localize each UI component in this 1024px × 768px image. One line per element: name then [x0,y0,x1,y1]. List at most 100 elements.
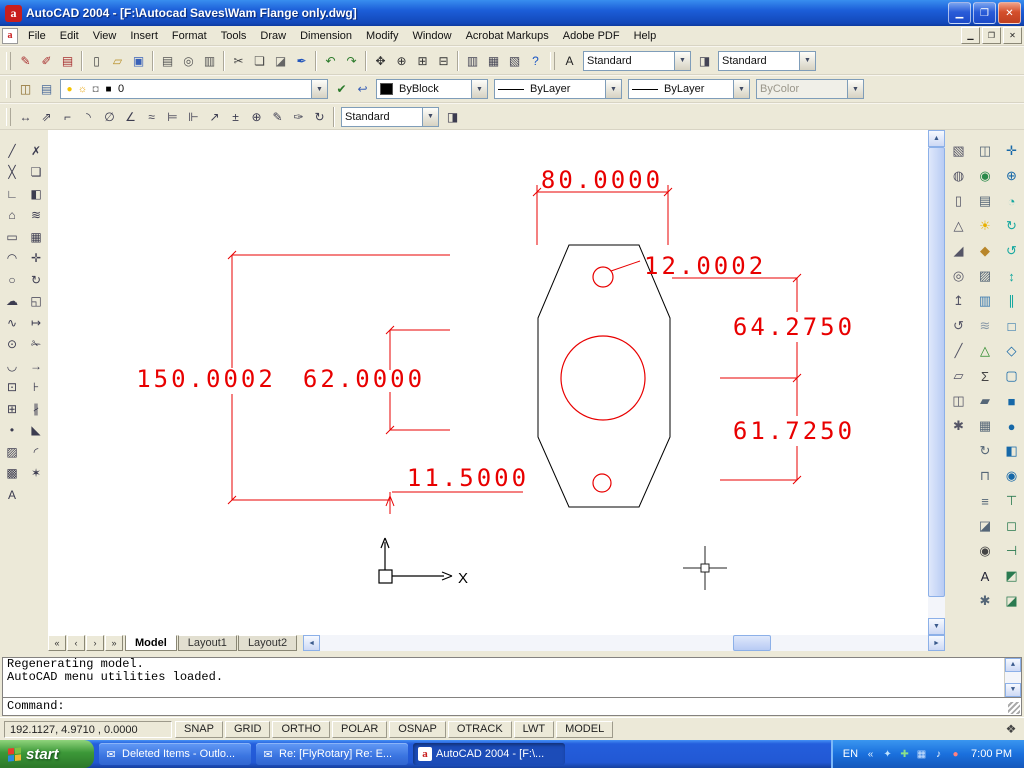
tab-layout1[interactable]: Layout1 [178,635,237,651]
markup-set-icon[interactable]: ✎ [15,50,36,71]
first-tab-icon[interactable]: « [48,635,66,651]
solids-sphere-icon[interactable]: ◍ [948,165,970,187]
dimension-style-combo[interactable]: Standard [341,107,439,127]
dim-style-combo[interactable]: Standard [718,51,816,71]
dropdown-arrow-icon[interactable] [422,108,438,126]
region-icon[interactable]: ▩ [2,463,23,485]
dimension-update-icon[interactable]: ↻ [309,106,330,127]
layer-previous-icon[interactable]: ↩ [352,79,373,100]
dimension-edit-icon[interactable]: ✎ [267,106,288,127]
canvas-horizontal-scrollbar[interactable]: ◄ ► [303,635,945,651]
linear-dimension-icon[interactable]: ↔ [15,106,36,127]
layer-thaw-sun-icon[interactable]: ☼ [76,84,89,95]
start-button[interactable]: start [0,740,94,768]
hide-tray-chevron-icon[interactable]: « [864,749,877,760]
alert-icon[interactable]: ● [949,749,962,760]
command-history[interactable]: Regenerating model. AutoCAD menu utiliti… [3,658,1021,697]
interfere-icon[interactable]: ◫ [948,390,970,412]
tab-layout2[interactable]: Layout2 [238,635,297,651]
solids-torus-icon[interactable]: ◎ [948,265,970,287]
close-button[interactable]: ✕ [998,2,1021,24]
aligned-dimension-icon[interactable]: ⇗ [36,106,57,127]
linetype-combo[interactable]: ByLayer [494,79,622,99]
plot-icon[interactable]: ▤ [157,50,178,71]
menu-insert[interactable]: Insert [123,28,165,44]
3d-zoom-icon[interactable]: ⊕ [1001,165,1023,187]
front-view-icon[interactable]: ◻ [1001,515,1023,537]
scroll-up-icon[interactable]: ▲ [928,130,945,147]
horizontal-scroll-thumb[interactable] [733,635,771,651]
toolbar-grip[interactable] [6,80,11,98]
left-view-icon[interactable]: ⊣ [1001,540,1023,562]
scroll-up-icon[interactable]: ▲ [1005,658,1021,672]
communication-center-icon[interactable]: ❖ [1002,721,1020,738]
osnap-toggle[interactable]: OSNAP [389,721,446,738]
menu-tools[interactable]: Tools [214,28,254,44]
dropdown-arrow-icon[interactable] [674,52,690,70]
dropdown-arrow-icon[interactable] [605,80,621,98]
render-statistics-icon[interactable]: Σ [974,365,996,387]
command-scroll-track[interactable] [1005,672,1021,683]
render-preferences-icon[interactable]: ✱ [974,590,996,612]
3d-swivel-icon[interactable]: ↺ [1001,240,1023,262]
edge-surface-icon[interactable]: ◪ [974,515,996,537]
menu-acrobat-markups[interactable]: Acrobat Markups [459,28,556,44]
flat-shaded-icon[interactable]: ■ [1001,390,1023,412]
fillet-icon[interactable]: ◜ [26,441,47,463]
solids-cone-icon[interactable]: △ [948,215,970,237]
explode-icon[interactable]: ✶ [26,463,47,485]
3d-wireframe-icon[interactable]: ◇ [1001,340,1023,362]
mdi-minimize-button[interactable]: ▁ [961,27,980,44]
menu-adobe-pdf[interactable]: Adobe PDF [556,28,627,44]
dropdown-arrow-icon[interactable] [311,80,327,98]
make-block-icon[interactable]: ⊞ [2,398,23,420]
solids-setup-icon[interactable]: ✱ [948,415,970,437]
revolved-surface-icon[interactable]: ↻ [974,440,996,462]
lwt-toggle[interactable]: LWT [514,721,554,738]
menu-draw[interactable]: Draw [253,28,293,44]
fog-icon[interactable]: ≋ [974,315,996,337]
undo-icon[interactable]: ↶ [320,50,341,71]
ellipse-icon[interactable]: ⊙ [2,334,23,356]
plot-preview-icon[interactable]: ◎ [178,50,199,71]
save-icon[interactable]: ▣ [128,50,149,71]
layer-combo[interactable]: ●☼◘■ 0 [60,79,328,99]
open-icon[interactable]: ▱ [107,50,128,71]
render-text-icon[interactable]: A [974,565,996,587]
scroll-right-icon[interactable]: ► [928,635,945,651]
copy-object-icon[interactable]: ❏ [26,162,47,184]
last-tab-icon[interactable]: » [105,635,123,651]
dropdown-arrow-icon[interactable] [471,80,487,98]
zoom-window-icon[interactable]: ⊞ [412,50,433,71]
diameter-dimension-icon[interactable]: ∅ [99,106,120,127]
vertical-scroll-thumb[interactable] [928,147,945,597]
scroll-left-icon[interactable]: ◄ [303,635,320,651]
top-view-icon[interactable]: ⊤ [1001,490,1023,512]
break-at-point-icon[interactable]: ⊦ [26,377,47,399]
taskbar-item-flyrotary-mail[interactable]: ✉ Re: [FlyRotary] Re: E... [256,743,408,765]
volume-icon[interactable]: ♪ [932,749,945,760]
dropdown-arrow-icon[interactable] [733,80,749,98]
mirror-icon[interactable]: ◧ [26,183,47,205]
move-icon[interactable]: ✛ [26,248,47,270]
snap-toggle[interactable]: SNAP [175,721,223,738]
materials-icon[interactable]: ◆ [974,240,996,262]
insert-block-icon[interactable]: ⊡ [2,377,23,399]
designcenter-icon[interactable]: ▦ [483,50,504,71]
layer-color-swatch-icon[interactable]: ■ [102,84,115,95]
cut-icon[interactable]: ✂ [228,50,249,71]
restore-button[interactable]: ❐ [973,2,996,24]
zoom-realtime-icon[interactable]: ⊕ [391,50,412,71]
horizontal-scroll-track[interactable] [320,635,928,651]
canvas-vertical-scrollbar[interactable]: ▲ ▼ [928,130,945,635]
point-icon[interactable]: • [2,420,23,442]
toolbar-grip[interactable] [550,52,555,70]
menu-help[interactable]: Help [627,28,664,44]
menu-format[interactable]: Format [165,28,214,44]
scroll-down-icon[interactable]: ▼ [928,618,945,635]
text-style-icon[interactable]: A [559,50,580,71]
3d-mesh-icon[interactable]: ▦ [974,415,996,437]
offset-icon[interactable]: ≋ [26,205,47,227]
extend-icon[interactable]: → [26,355,47,377]
3d-orbit-icon[interactable]: ◔ [1001,190,1023,212]
